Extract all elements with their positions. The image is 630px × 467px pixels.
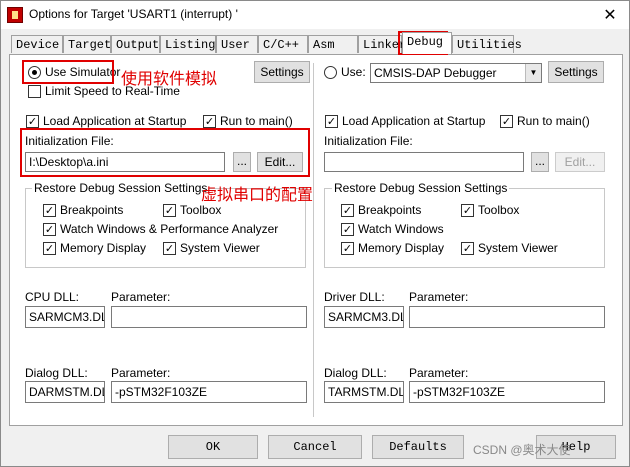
left-dialog-dll-input[interactable]: DARMSTM.DLL xyxy=(25,381,105,403)
right-run-to-main-checkbox[interactable]: ✓ xyxy=(500,115,513,128)
left-watch-windows-checkbox[interactable]: ✓ xyxy=(43,223,56,236)
defaults-button[interactable]: Defaults xyxy=(372,435,464,459)
right-memory-display-checkbox[interactable]: ✓ xyxy=(341,242,354,255)
window-title: Options for Target 'USART1 (interrupt) ' xyxy=(29,7,238,21)
right-dialog-param-label: Parameter: xyxy=(409,366,469,380)
driver-param-label: Parameter: xyxy=(409,290,469,304)
debugger-settings-button[interactable]: Settings xyxy=(548,61,604,83)
watermark: CSDN @奥术大使 xyxy=(473,443,571,457)
tab-output[interactable]: Output xyxy=(111,35,160,53)
right-dialog-dll-input[interactable]: TARMSTM.DLL xyxy=(324,381,404,403)
use-label: Use: xyxy=(341,65,366,79)
simulator-settings-button[interactable]: Settings xyxy=(254,61,310,83)
left-dialog-param-input[interactable]: -pSTM32F103ZE xyxy=(111,381,307,403)
tab-user[interactable]: User xyxy=(216,35,258,53)
close-icon[interactable]: ✕ xyxy=(599,4,621,26)
cancel-button[interactable]: Cancel xyxy=(268,435,362,459)
use-simulator-highlight xyxy=(22,60,114,84)
tab-linker[interactable]: Linker xyxy=(358,35,406,53)
right-init-file-input[interactable] xyxy=(324,152,524,172)
left-run-to-main-label: Run to main() xyxy=(220,114,293,128)
title-bar: Options for Target 'USART1 (interrupt) '… xyxy=(1,1,629,29)
tab-listing[interactable]: Listing xyxy=(160,35,216,53)
left-toolbox-label: Toolbox xyxy=(180,203,222,217)
cpu-param-label: Parameter: xyxy=(111,290,171,304)
chevron-down-icon: ▼ xyxy=(525,64,541,82)
ok-button[interactable]: OK xyxy=(168,435,258,459)
left-toolbox-checkbox[interactable]: ✓ xyxy=(163,204,176,217)
driver-dll-input[interactable]: SARMCM3.DLL xyxy=(324,306,404,328)
tab-asm[interactable]: Asm xyxy=(308,35,358,53)
right-restore-title: Restore Debug Session Settings xyxy=(332,181,510,195)
tab-debug[interactable]: Debug xyxy=(402,32,452,54)
right-system-viewer-checkbox[interactable]: ✓ xyxy=(461,242,474,255)
left-system-viewer-label: System Viewer xyxy=(180,241,260,255)
left-dialog-dll-label: Dialog DLL: xyxy=(25,366,88,380)
right-watch-windows-checkbox[interactable]: ✓ xyxy=(341,223,354,236)
right-edit-button[interactable]: Edit... xyxy=(555,152,605,172)
tab-target[interactable]: Target xyxy=(63,35,111,53)
left-run-to-main-checkbox[interactable]: ✓ xyxy=(203,115,216,128)
tab-cpp[interactable]: C/C++ xyxy=(258,35,308,53)
right-dialog-param-input[interactable]: -pSTM32F103ZE xyxy=(409,381,605,403)
left-breakpoints-checkbox[interactable]: ✓ xyxy=(43,204,56,217)
left-watch-windows-label: Watch Windows & Performance Analyzer xyxy=(60,222,279,236)
limit-speed-checkbox[interactable] xyxy=(28,85,41,98)
right-load-app-checkbox[interactable]: ✓ xyxy=(325,115,338,128)
tab-utilities[interactable]: Utilities xyxy=(452,35,522,53)
left-memory-display-checkbox[interactable]: ✓ xyxy=(43,242,56,255)
simulator-annotation: 使用软件模拟 xyxy=(121,69,218,88)
options-dialog: Options for Target 'USART1 (interrupt) '… xyxy=(0,0,630,467)
left-system-viewer-checkbox[interactable]: ✓ xyxy=(163,242,176,255)
right-breakpoints-checkbox[interactable]: ✓ xyxy=(341,204,354,217)
keil-app-icon xyxy=(7,7,23,23)
right-breakpoints-label: Breakpoints xyxy=(358,203,422,217)
right-toolbox-checkbox[interactable]: ✓ xyxy=(461,204,474,217)
right-browse-button[interactable]: ... xyxy=(531,152,549,172)
left-dialog-param-label: Parameter: xyxy=(111,366,171,380)
cpu-param-input[interactable] xyxy=(111,306,307,328)
right-init-file-label: Initialization File: xyxy=(324,134,413,148)
left-memory-display-label: Memory Display xyxy=(60,241,147,255)
left-breakpoints-label: Breakpoints xyxy=(60,203,124,217)
serial-annotation: 虚拟串口的配置 xyxy=(201,185,314,204)
left-load-app-checkbox[interactable]: ✓ xyxy=(26,115,39,128)
left-load-app-label: Load Application at Startup xyxy=(43,114,187,128)
driver-dll-label: Driver DLL: xyxy=(324,290,385,304)
tab-device[interactable]: Device xyxy=(11,35,63,53)
right-toolbox-label: Toolbox xyxy=(478,203,520,217)
cpu-dll-label: CPU DLL: xyxy=(25,290,80,304)
right-load-app-label: Load Application at Startup xyxy=(342,114,486,128)
right-dialog-dll-label: Dialog DLL: xyxy=(324,366,387,380)
cpu-dll-input[interactable]: SARMCM3.DLL xyxy=(25,306,105,328)
use-debugger-radio[interactable] xyxy=(324,66,337,79)
driver-param-input[interactable] xyxy=(409,306,605,328)
left-restore-title: Restore Debug Session Settings xyxy=(32,181,210,195)
debugger-select[interactable]: CMSIS-DAP Debugger ▼ xyxy=(370,63,542,83)
right-watch-windows-label: Watch Windows xyxy=(358,222,444,236)
right-memory-display-label: Memory Display xyxy=(358,241,445,255)
right-system-viewer-label: System Viewer xyxy=(478,241,558,255)
right-run-to-main-label: Run to main() xyxy=(517,114,590,128)
debugger-select-value: CMSIS-DAP Debugger xyxy=(374,66,497,80)
init-file-highlight xyxy=(20,128,310,177)
panel-divider xyxy=(313,63,314,417)
